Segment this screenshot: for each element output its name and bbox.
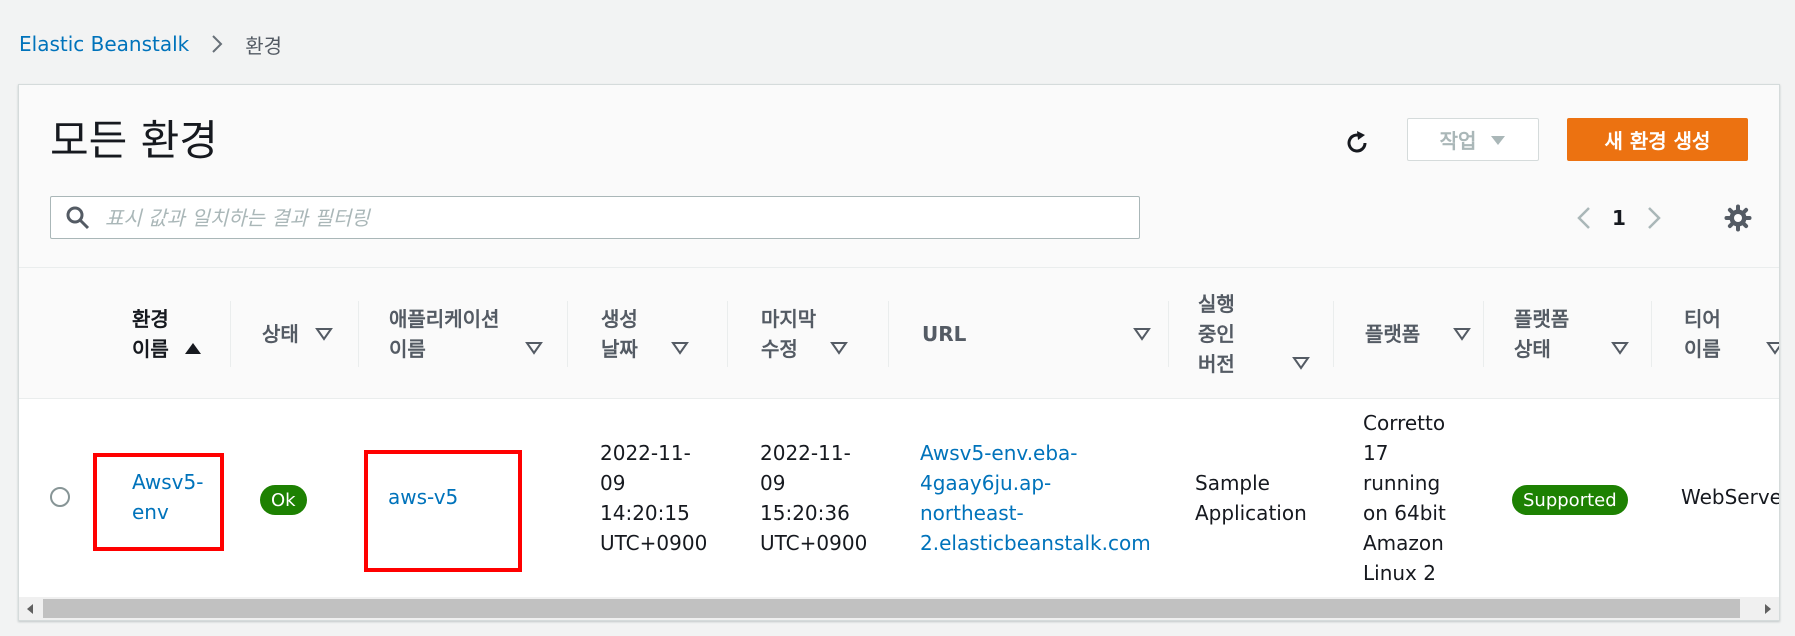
column-header-label: 환경 이름 <box>132 307 169 361</box>
scroll-left-button[interactable] <box>19 597 41 620</box>
scroll-right-button[interactable] <box>1757 597 1779 620</box>
refresh-button[interactable] <box>1337 123 1377 163</box>
search-input[interactable] <box>103 204 1139 231</box>
sort-desc-icon <box>1133 328 1151 341</box>
scrollbar-thumb[interactable] <box>43 599 1740 618</box>
breadcrumb-current: 환경 <box>245 33 283 58</box>
platform-state-badge: Supported <box>1512 485 1628 515</box>
chevron-right-icon <box>212 35 223 53</box>
sort-desc-icon <box>315 328 333 341</box>
column-header-label: 실행 중인 버전 <box>1198 292 1235 376</box>
column-header-label: 상태 <box>262 322 299 346</box>
column-header-label: 플랫폼 <box>1365 322 1421 346</box>
sort-desc-icon <box>1292 357 1310 370</box>
column-header-url[interactable]: URL <box>922 268 1162 400</box>
sort-desc-icon <box>1611 342 1629 355</box>
column-header-label: 티어 이름 <box>1684 307 1721 361</box>
column-divider <box>1168 301 1169 367</box>
table-header: 환경 이름 상태 애플리케이션 이름 생성 날짜 마지막 수정 URL 실행 중… <box>19 267 1779 399</box>
modified-date: 2022-11- 09 15:20:36 UTC+0900 <box>760 441 868 555</box>
column-header-running-version[interactable]: 실행 중인 버전 <box>1198 268 1318 400</box>
status-badge: Ok <box>260 485 307 515</box>
column-divider <box>230 301 231 367</box>
tier-name: WebServer <box>1681 485 1780 509</box>
environment-url-link[interactable]: Awsv5-env.eba- 4gaay6ju.ap- northeast- 2… <box>920 438 1151 558</box>
caret-right-icon <box>1765 603 1771 614</box>
breadcrumb-elastic-beanstalk-link[interactable]: Elastic Beanstalk <box>19 32 189 56</box>
breadcrumb: Elastic Beanstalk 환경 <box>19 29 282 59</box>
create-environment-button[interactable]: 새 환경 생성 <box>1567 118 1748 161</box>
highlight-box <box>93 453 224 551</box>
column-divider <box>888 301 889 367</box>
column-header-platform[interactable]: 플랫폼 <box>1365 268 1475 400</box>
sort-desc-icon <box>671 342 689 355</box>
column-divider <box>567 301 568 367</box>
column-header-label: 애플리케이션 이름 <box>389 307 500 361</box>
highlight-box <box>364 450 522 572</box>
created-date: 2022-11- 09 14:20:15 UTC+0900 <box>600 441 708 555</box>
refresh-icon <box>1347 131 1367 153</box>
actions-button-label: 작업 <box>1439 129 1477 153</box>
column-header-tier-name[interactable]: 티어 이름 <box>1684 268 1779 400</box>
search-box[interactable] <box>50 196 1140 239</box>
search-icon <box>63 203 93 233</box>
column-divider <box>1651 301 1652 367</box>
column-divider <box>727 301 728 367</box>
sort-desc-icon <box>1766 342 1779 355</box>
previous-page-button[interactable] <box>1564 196 1604 239</box>
sort-desc-icon <box>525 342 543 355</box>
caret-down-icon <box>1491 135 1506 145</box>
next-page-button[interactable] <box>1634 196 1674 239</box>
actions-button[interactable]: 작업 <box>1407 118 1539 161</box>
current-page-number[interactable]: 1 <box>1604 206 1634 230</box>
sort-asc-icon <box>185 343 201 354</box>
row-select-radio[interactable] <box>50 487 70 507</box>
column-header-app-name[interactable]: 애플리케이션 이름 <box>389 268 559 400</box>
column-header-label: 플랫폼 상태 <box>1514 307 1570 361</box>
preferences-button[interactable] <box>1721 201 1755 235</box>
sort-desc-icon <box>1453 328 1471 341</box>
column-header-label: URL <box>922 322 967 346</box>
column-header-created[interactable]: 생성 날짜 <box>601 268 701 400</box>
platform-name: Corretto 17 running on 64bit Amazon Linu… <box>1363 411 1446 585</box>
sort-desc-icon <box>830 342 848 355</box>
column-header-label: 생성 날짜 <box>601 307 638 361</box>
environments-panel: 모든 환경 작업 새 환경 생성 1 <box>18 84 1780 621</box>
page-title: 모든 환경 <box>50 116 218 165</box>
panel-header <box>19 85 1779 267</box>
running-version: Sample Application <box>1195 471 1307 525</box>
column-divider <box>358 301 359 367</box>
column-divider <box>1483 301 1484 367</box>
column-header-status[interactable]: 상태 <box>262 268 342 400</box>
column-header-modified[interactable]: 마지막 수정 <box>761 268 861 400</box>
chevron-left-icon <box>1577 206 1590 229</box>
column-header-platform-state[interactable]: 플랫폼 상태 <box>1514 268 1634 400</box>
column-divider <box>1333 301 1334 367</box>
column-header-label: 마지막 수정 <box>761 307 817 361</box>
pagination: 1 <box>1564 196 1674 239</box>
horizontal-scrollbar[interactable] <box>19 597 1779 620</box>
gear-icon <box>1724 204 1752 232</box>
chevron-right-icon <box>1648 206 1661 229</box>
column-header-env-name[interactable]: 환경 이름 <box>132 268 216 400</box>
caret-left-icon <box>27 603 33 614</box>
